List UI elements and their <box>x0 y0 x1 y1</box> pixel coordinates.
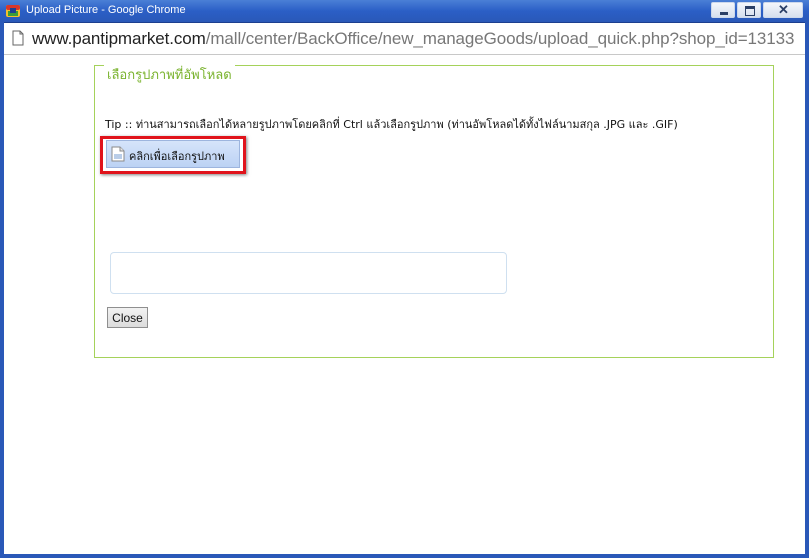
maximize-icon <box>745 6 755 16</box>
file-icon <box>111 146 125 162</box>
page-icon <box>12 30 24 46</box>
close-icon: ✕ <box>778 2 789 17</box>
chrome-icon <box>6 5 20 17</box>
maximize-button[interactable] <box>737 2 761 18</box>
url-text[interactable]: www.pantipmarket.com/mall/center/BackOff… <box>32 29 794 49</box>
url-path: /mall/center/BackOffice/new_manageGoods/… <box>205 29 795 48</box>
minimize-icon <box>720 12 728 15</box>
select-picture-label: คลิกเพื่อเลือกรูปภาพ <box>129 150 225 163</box>
upload-legend: เลือกรูปภาพที่อัพโหลด <box>104 64 235 85</box>
select-picture-button[interactable]: คลิกเพื่อเลือกรูปภาพ <box>106 140 240 168</box>
url-host: www.pantipmarket.com <box>32 29 206 48</box>
close-window-button[interactable]: ✕ <box>763 2 803 18</box>
address-bar[interactable]: www.pantipmarket.com/mall/center/BackOff… <box>4 23 805 55</box>
window-title: Upload Picture - Google Chrome <box>26 4 186 16</box>
upload-fieldset <box>94 65 774 358</box>
close-button[interactable]: Close <box>107 307 148 328</box>
upload-tip: Tip :: ท่านสามารถเลือกได้หลายรูปภาพโดยคล… <box>105 118 678 131</box>
minimize-button[interactable] <box>711 2 735 18</box>
upload-queue-box <box>110 252 507 294</box>
window-titlebar[interactable]: Upload Picture - Google Chrome ✕ <box>0 0 809 23</box>
